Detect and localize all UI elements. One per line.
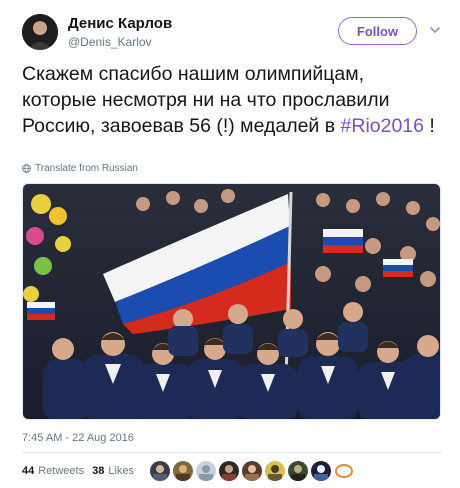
avatar[interactable] <box>22 14 58 50</box>
olympic-team-photo <box>23 184 440 419</box>
tweet-text-end: ! <box>424 115 435 137</box>
hashtag-link[interactable]: #Rio2016 <box>341 115 424 137</box>
liker-avatar[interactable] <box>242 461 262 481</box>
likes-stat[interactable]: 38 Likes <box>92 465 134 477</box>
chevron-down-icon[interactable] <box>428 23 442 37</box>
liker-avatar[interactable] <box>334 461 354 481</box>
liker-avatar[interactable] <box>288 461 308 481</box>
liker-avatar[interactable] <box>196 461 216 481</box>
tweet-text-body: Скажем спасибо нашим олимпийцам, которые… <box>22 63 390 137</box>
display-name[interactable]: Денис Карлов <box>68 15 172 32</box>
liker-avatars <box>150 461 354 483</box>
translate-link[interactable]: Translate from Russian <box>22 163 138 174</box>
translate-label: Translate from Russian <box>35 163 138 174</box>
tweet-photo[interactable] <box>22 183 441 420</box>
tweet-header: Денис Карлов @Denis_Karlov Follow <box>22 14 442 54</box>
likes-label: Likes <box>108 465 135 477</box>
divider <box>22 452 442 453</box>
liker-avatar[interactable] <box>173 461 193 481</box>
tweet-stats: 44 Retweets 38 Likes <box>22 465 134 477</box>
retweets-count: 44 <box>22 465 35 477</box>
retweets-stat[interactable]: 44 Retweets <box>22 465 84 477</box>
liker-avatar[interactable] <box>150 461 170 481</box>
follow-button[interactable]: Follow <box>338 17 417 45</box>
globe-icon <box>22 164 31 173</box>
tweet-timestamp[interactable]: 7:45 AM - 22 Aug 2016 <box>22 432 134 444</box>
avatar-image <box>22 14 58 50</box>
user-handle[interactable]: @Denis_Karlov <box>68 35 152 49</box>
tweet-text: Скажем спасибо нашим олимпийцам, которые… <box>22 61 442 139</box>
likes-count: 38 <box>92 465 105 477</box>
liker-avatar[interactable] <box>219 461 239 481</box>
retweets-label: Retweets <box>38 465 85 477</box>
liker-avatar[interactable] <box>311 461 331 481</box>
liker-avatar[interactable] <box>265 461 285 481</box>
